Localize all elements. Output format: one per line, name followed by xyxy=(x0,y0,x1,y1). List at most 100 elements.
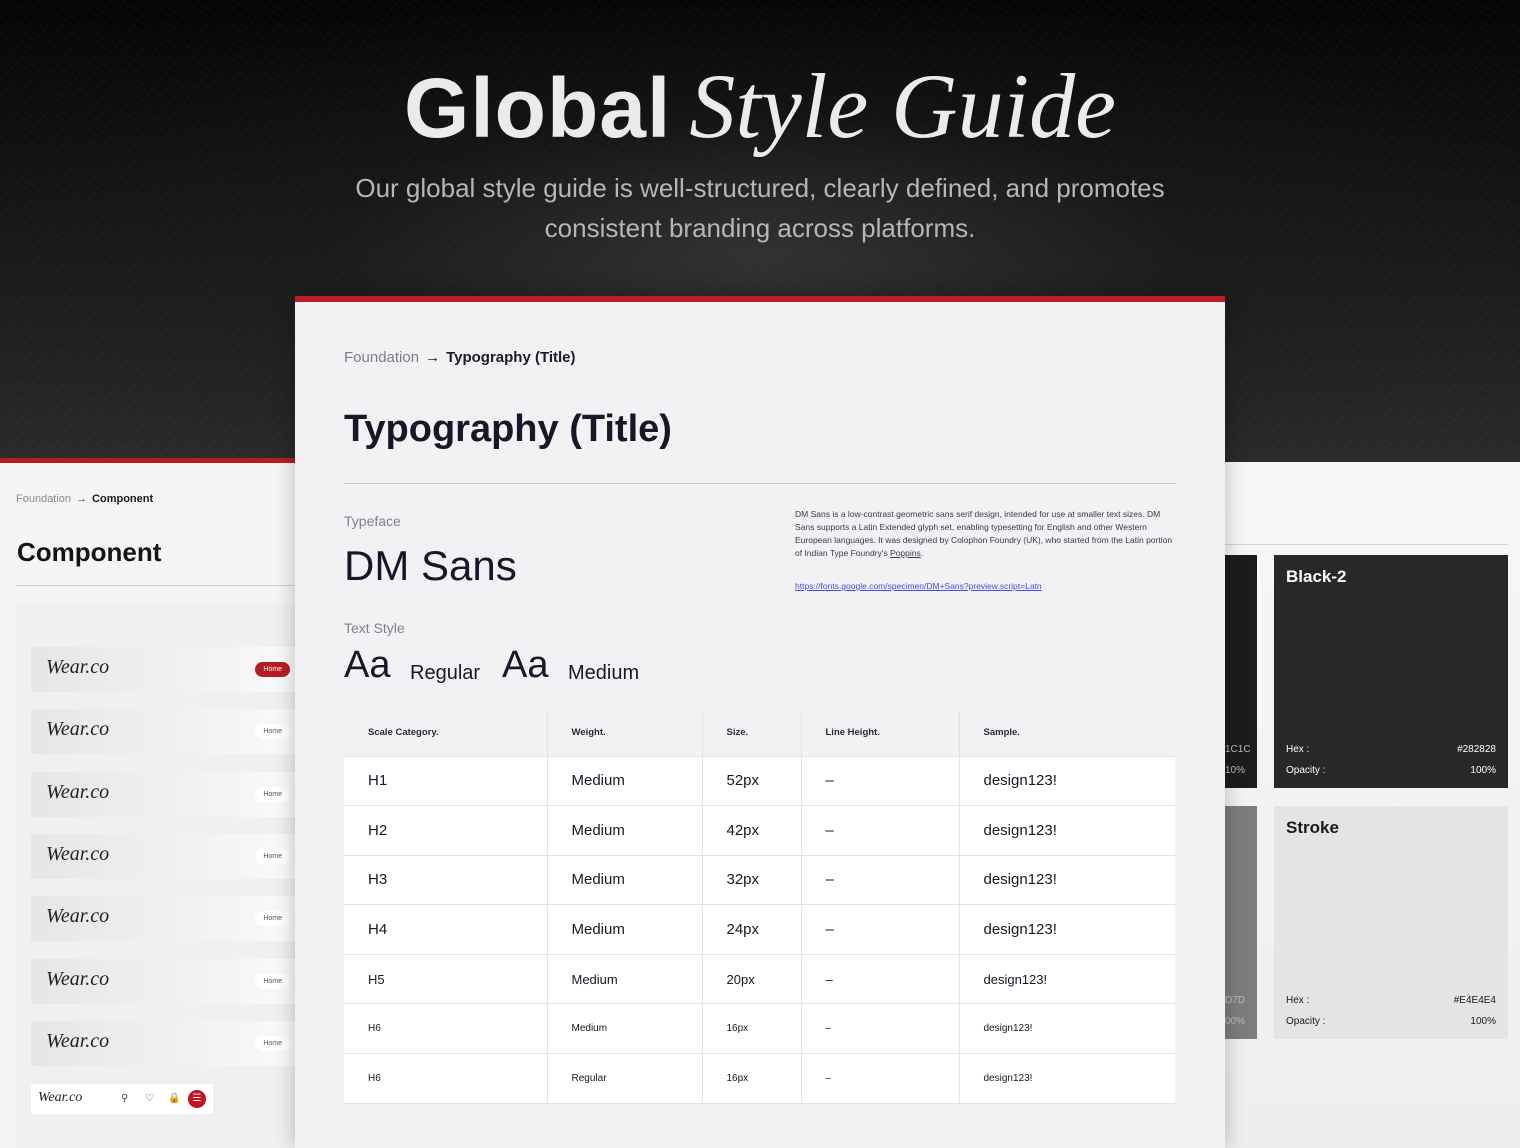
cell-sample: design123! xyxy=(959,1003,1175,1055)
typeface-description: DM Sans is a low-contrast geometric sans… xyxy=(795,508,1175,560)
swatch-opacity: 10% xyxy=(1225,765,1246,776)
table-row: H4 Medium 24px – design123! xyxy=(344,904,1175,955)
search-icon[interactable]: ⚲ xyxy=(121,1092,128,1106)
typeface-label: Typeface xyxy=(344,513,401,529)
cell-weight: Medium xyxy=(547,855,703,906)
heart-icon[interactable]: ♡ xyxy=(145,1092,154,1106)
opacity-value: 100% xyxy=(1470,1016,1496,1027)
column-header: Line Height. xyxy=(801,710,960,757)
hero-title-fancy: Style Guide xyxy=(689,55,1116,157)
brand-logo[interactable]: Wear.co xyxy=(46,781,109,804)
nav-home-pill[interactable]: Home xyxy=(255,911,290,926)
cell-sample: design123! xyxy=(959,904,1175,955)
color-swatch-stroke: Stroke Hex : #E4E4E4 Opacity : 100% xyxy=(1274,806,1508,1039)
opacity-label: Opacity : xyxy=(1286,1016,1326,1027)
header-variant: Wear.co Home xyxy=(31,772,300,817)
header-variant: Wear.co Home xyxy=(31,1021,300,1066)
breadcrumb-parent[interactable]: Foundation xyxy=(344,349,419,366)
cell-category: H6 xyxy=(344,1003,548,1055)
color-swatch-black-2: Black-2 Hex : #282828 Opacity : 100% xyxy=(1274,555,1508,788)
swatch-hex-row: Hex : #E4E4E4 xyxy=(1286,995,1496,1006)
brand-logo[interactable]: Wear.co xyxy=(38,1090,82,1106)
hex-value: #282828 xyxy=(1457,744,1496,755)
description-end: . xyxy=(920,548,924,558)
hero-title-plain: Global xyxy=(404,61,672,155)
page-title: Component xyxy=(17,537,162,567)
cell-size: 24px xyxy=(702,904,802,955)
cell-weight: Regular xyxy=(547,1053,703,1104)
swatch-name: Stroke xyxy=(1286,818,1339,837)
cell-sample: design123! xyxy=(959,1053,1175,1104)
cell-line-height: – xyxy=(801,805,960,856)
brand-logo[interactable]: Wear.co xyxy=(46,656,109,679)
header-variant: Wear.co Home xyxy=(31,709,300,754)
cell-sample: design123! xyxy=(959,954,1175,1005)
type-scale-table: Scale Category. Weight. Size. Line Heigh… xyxy=(344,710,1175,1104)
table-header-row: Scale Category. Weight. Size. Line Heigh… xyxy=(344,710,1175,757)
nav-home-pill[interactable]: Home xyxy=(255,849,290,864)
brand-logo[interactable]: Wear.co xyxy=(46,718,109,741)
table-row: H6 Medium 16px – design123! xyxy=(344,1003,1175,1055)
menu-icon[interactable]: ☰ xyxy=(188,1090,206,1108)
cell-line-height: – xyxy=(801,855,960,906)
breadcrumb-current: Typography (Title) xyxy=(446,349,576,366)
table-row: H6 Regular 16px – design123! xyxy=(344,1053,1175,1104)
cell-line-height: – xyxy=(801,1003,960,1055)
typeface-name: DM Sans xyxy=(344,542,517,589)
breadcrumb-parent[interactable]: Foundation xyxy=(16,493,71,505)
breadcrumb: Foundation → Component xyxy=(16,493,153,505)
brand-logo[interactable]: Wear.co xyxy=(46,968,109,991)
nav-home-pill[interactable]: Home xyxy=(255,787,290,802)
poppins-link[interactable]: Poppins xyxy=(890,548,921,558)
brand-logo[interactable]: Wear.co xyxy=(46,843,109,866)
cell-weight: Medium xyxy=(547,904,703,955)
cell-size: 16px xyxy=(702,1003,802,1055)
section-label: Header xyxy=(31,154,89,173)
swatch-opacity-row: Opacity : 100% xyxy=(1286,765,1496,776)
google-fonts-link[interactable]: https://fonts.google.com/specimen/DM+San… xyxy=(795,581,1042,591)
opacity-value: 100% xyxy=(1470,765,1496,776)
cell-line-height: – xyxy=(801,904,960,955)
nav-home-pill[interactable]: Home xyxy=(255,724,290,739)
cell-category: H3 xyxy=(344,855,548,906)
nav-home-pill[interactable]: Home xyxy=(255,974,290,989)
description-text: DM Sans is a low-contrast geometric sans… xyxy=(795,509,1173,558)
cell-category: H5 xyxy=(344,954,548,1005)
table-row: H3 Medium 32px – design123! xyxy=(344,855,1175,906)
cell-size: 52px xyxy=(702,756,802,807)
hero-subtitle: Our global style guide is well-structure… xyxy=(355,173,1165,243)
bag-icon[interactable]: 🔒 xyxy=(168,1092,180,1106)
nav-home-pill[interactable]: Home xyxy=(255,1036,290,1051)
color-swatch: D7D 00% xyxy=(1222,806,1257,1039)
breadcrumb-arrow-icon: → xyxy=(425,349,441,366)
breadcrumb: Foundation → Typography (Title) xyxy=(344,349,576,366)
hero-title: Global Style Guide xyxy=(0,58,1520,156)
cell-category: H2 xyxy=(344,805,548,856)
nav-home-pill[interactable]: Home xyxy=(255,662,290,677)
cell-size: 20px xyxy=(702,954,802,1005)
column-header: Weight. xyxy=(547,710,703,757)
header-variant: Wear.co Home xyxy=(31,834,300,879)
hex-label: Hex : xyxy=(1286,744,1310,755)
divider xyxy=(344,483,1176,484)
table-row: H1 Medium 52px – design123! xyxy=(344,756,1175,807)
swatch-opacity: 00% xyxy=(1225,1016,1246,1027)
cell-weight: Medium xyxy=(547,1003,703,1055)
cell-size: 42px xyxy=(702,805,802,856)
swatch-hex: 1C1C xyxy=(1225,744,1251,755)
cell-weight: Medium xyxy=(547,756,703,807)
brand-logo[interactable]: Wear.co xyxy=(46,1030,109,1053)
header-variant: Wear.co Home xyxy=(31,647,300,692)
table-row: H2 Medium 42px – design123! xyxy=(344,805,1175,856)
divider xyxy=(1222,544,1508,545)
cell-category: H6 xyxy=(344,1053,548,1104)
color-panel: 1C1C 10% D7D 00% Black-2 Hex : #282828 O… xyxy=(1222,462,1520,1148)
cell-sample: design123! xyxy=(959,756,1175,807)
cell-line-height: – xyxy=(801,756,960,807)
brand-logo[interactable]: Wear.co xyxy=(46,905,109,928)
swatch-opacity-row: Opacity : 100% xyxy=(1286,1016,1496,1027)
text-style-sample-regular: Aa xyxy=(344,644,391,686)
swatch-hex: D7D xyxy=(1225,995,1246,1006)
cell-sample: design123! xyxy=(959,805,1175,856)
divider xyxy=(16,585,300,586)
